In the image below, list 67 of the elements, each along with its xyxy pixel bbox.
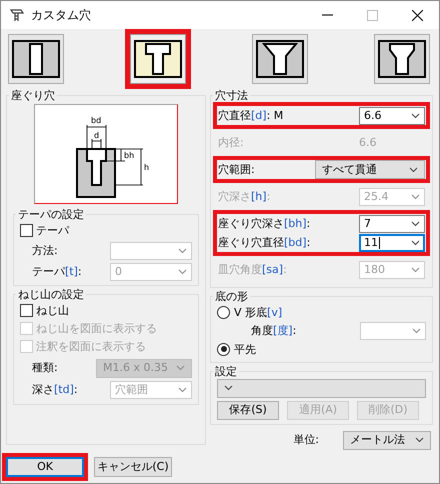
combo-box[interactable]: 7 (359, 214, 425, 233)
chevron-icon (411, 266, 420, 273)
chevron-icon (178, 248, 187, 254)
hole-type-icon (12, 40, 60, 78)
combo-box[interactable]: 11 (359, 234, 425, 252)
radio-label: 平先 (234, 342, 256, 356)
radio-button[interactable] (217, 306, 230, 319)
dim-label: bd (91, 116, 102, 126)
checkbox-label: 注釈を図面に表示する (36, 340, 146, 354)
field-label: 皿穴角度[sa]: (218, 263, 288, 276)
close-icon[interactable] (412, 10, 423, 20)
chevron-icon (224, 385, 233, 392)
field-label: 座ぐり穴深さ[bh]: (218, 217, 312, 230)
hole-type-icon (378, 40, 426, 78)
unit-label: 単位: (293, 433, 319, 447)
dim-label: bh (124, 151, 134, 160)
unit-dropdown[interactable]: メートル法 (343, 430, 431, 450)
hole-type-button[interactable] (374, 34, 430, 84)
field-label: 座ぐり穴直径[bd]: (218, 236, 312, 250)
chevron-icon (415, 437, 424, 444)
radio-button[interactable] (217, 342, 230, 356)
field-label: 穴直径[d]: M (218, 109, 284, 122)
chevron-icon (412, 328, 421, 334)
field-value: 6.6 (358, 136, 378, 150)
chevron-icon (411, 194, 420, 200)
hole-type-icon (256, 40, 304, 78)
checkbox[interactable] (20, 304, 33, 318)
field-label: 穴範囲: (218, 163, 256, 176)
checkbox-label: ねじ山を図面に表示する (36, 322, 157, 336)
field-label: 穴深さ[h]: (218, 190, 272, 204)
chevron-icon (178, 268, 187, 275)
field-label: 深さ[td]: (32, 383, 79, 397)
radio-label: V 形底[v] (234, 306, 282, 319)
group-title: 設定 (214, 365, 238, 379)
maximize-icon (367, 10, 378, 20)
hole-type-icon (134, 40, 182, 78)
group-title: 穴寸法 (214, 89, 249, 102)
group-title: 座ぐり穴 (10, 89, 56, 102)
field-label: テーパ[t]: (32, 265, 83, 278)
chevron-icon (411, 240, 420, 246)
dim-label: h (144, 163, 150, 172)
field-label: 種類: (32, 361, 59, 375)
hole-type-button[interactable] (252, 34, 308, 84)
field-label: 角度[度]: (251, 324, 298, 338)
group-title: 底の形 (214, 290, 249, 304)
chevron-icon (411, 220, 420, 227)
dialog-button[interactable]: OK (6, 457, 84, 477)
chevron-icon (409, 166, 418, 173)
group-title: テーパの設定 (17, 208, 85, 222)
window-title: カスタム穴 (31, 8, 92, 22)
hole-type-button[interactable] (8, 34, 64, 84)
dim-label: d (94, 131, 100, 140)
dropdown[interactable]: すべて貫通 (315, 160, 425, 180)
field-label: 内径: (218, 136, 245, 150)
dialog-button[interactable]: キャンセル(C) (94, 457, 172, 477)
chevron-icon (411, 112, 420, 119)
checkbox-label: テーパ (36, 224, 69, 237)
chevron-icon (178, 387, 187, 394)
combo-box[interactable]: 6.6 (359, 106, 425, 125)
checkbox-label: ねじ山 (36, 304, 69, 318)
app-icon (9, 7, 25, 23)
field-label: 方法: (32, 244, 59, 258)
minimize-icon[interactable] (322, 14, 333, 16)
settings-button[interactable]: 保存(S) (217, 400, 279, 420)
chevron-icon (176, 365, 185, 372)
group-title: ねじ山の設定 (17, 288, 85, 302)
checkbox[interactable] (20, 224, 33, 237)
